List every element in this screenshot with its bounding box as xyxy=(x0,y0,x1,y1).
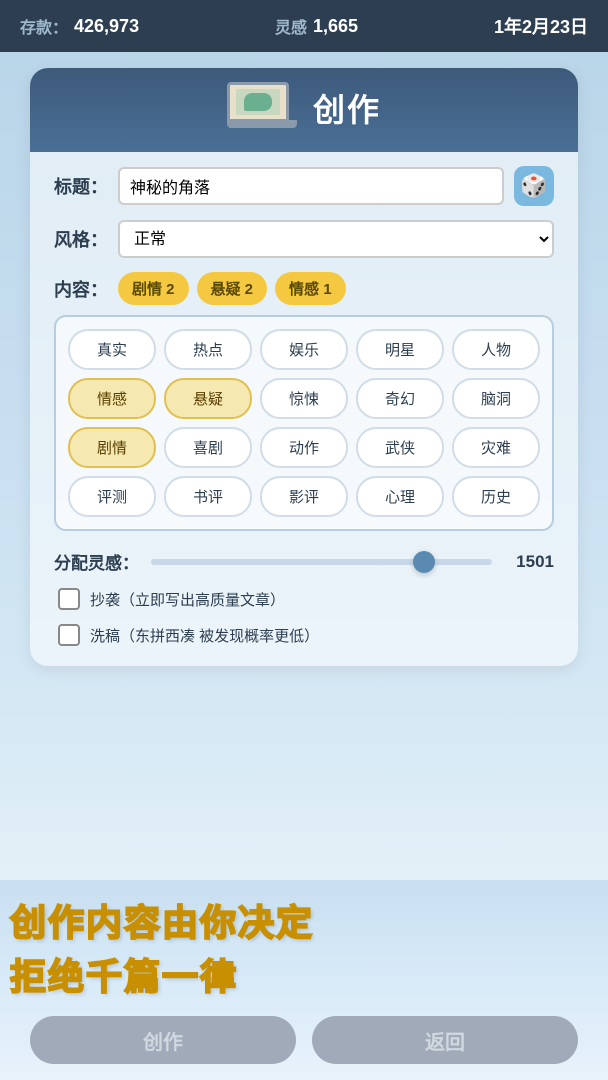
style-row: 风格： 正常轻松严肃幽默 xyxy=(54,220,554,258)
main-card: 创作 标题： 🎲 风格： 正常轻松严肃幽默 内容： 剧情 2悬疑 2情感 1 真… xyxy=(30,68,578,666)
tag-button[interactable]: 评测 xyxy=(68,476,156,517)
style-select[interactable]: 正常轻松严肃幽默 xyxy=(118,220,554,258)
savings-value: 426,973 xyxy=(74,16,139,37)
tag-button[interactable]: 真实 xyxy=(68,329,156,370)
selected-tag[interactable]: 情感 1 xyxy=(275,272,346,305)
back-button[interactable]: 返回 xyxy=(312,1016,578,1064)
selected-tag[interactable]: 剧情 2 xyxy=(118,272,189,305)
checkbox-1[interactable] xyxy=(58,624,80,646)
content-header: 内容： 剧情 2悬疑 2情感 1 xyxy=(54,272,554,305)
tag-button[interactable]: 情感 xyxy=(68,378,156,419)
tag-button[interactable]: 喜剧 xyxy=(164,427,252,468)
big-text-line1: 创作内容由你决定 xyxy=(10,894,598,946)
card-header: 创作 xyxy=(30,68,578,152)
slider-thumb[interactable] xyxy=(413,551,435,573)
savings-display: 存款： 426,973 xyxy=(20,14,139,38)
card-title: 创作 xyxy=(313,85,381,131)
slider-track[interactable] xyxy=(151,559,492,565)
top-bar: 存款： 426,973 灵感 1,665 1年2月23日 xyxy=(0,0,608,52)
tag-button[interactable]: 灾难 xyxy=(452,427,540,468)
tag-button[interactable]: 明星 xyxy=(356,329,444,370)
title-input[interactable] xyxy=(118,167,504,205)
selected-tag[interactable]: 悬疑 2 xyxy=(197,272,268,305)
checkbox-row-1: 洗稿（东拼西凑 被发现概率更低） xyxy=(58,624,550,646)
selected-tags: 剧情 2悬疑 2情感 1 xyxy=(118,272,346,305)
big-text-line2: 拒绝千篇一律 xyxy=(10,948,598,1000)
tag-button[interactable]: 惊悚 xyxy=(260,378,348,419)
tag-button[interactable]: 人物 xyxy=(452,329,540,370)
tag-button[interactable]: 奇幻 xyxy=(356,378,444,419)
date-display: 1年2月23日 xyxy=(494,13,588,39)
slider-label: 分配灵感： xyxy=(54,549,139,574)
checkbox-row-0: 抄袭（立即写出高质量文章） xyxy=(58,588,550,610)
date-value: 1年2月23日 xyxy=(494,13,588,39)
inspiration-display: 灵感 1,665 xyxy=(275,14,358,38)
slider-value: 1501 xyxy=(504,552,554,572)
tag-button[interactable]: 历史 xyxy=(452,476,540,517)
laptop-icon xyxy=(227,82,297,134)
dice-button[interactable]: 🎲 xyxy=(514,166,554,206)
checkbox-label-1: 洗稿（东拼西凑 被发现概率更低） xyxy=(90,625,319,646)
dice-icon: 🎲 xyxy=(520,173,547,199)
tag-button[interactable]: 武侠 xyxy=(356,427,444,468)
slider-row: 分配灵感： 1501 xyxy=(54,549,554,574)
tag-button[interactable]: 影评 xyxy=(260,476,348,517)
inspiration-label: 灵感 xyxy=(275,14,307,38)
inspiration-value: 1,665 xyxy=(313,16,358,37)
checkboxes: 抄袭（立即写出高质量文章） 洗稿（东拼西凑 被发现概率更低） xyxy=(30,588,578,646)
title-row: 标题： 🎲 xyxy=(54,166,554,206)
bottom-buttons: 创作 返回 xyxy=(0,1016,608,1064)
content-area: 内容： 剧情 2悬疑 2情感 1 xyxy=(54,272,554,305)
bottom-section: 创作内容由你决定 拒绝千篇一律 创作 返回 xyxy=(0,880,608,1080)
create-button[interactable]: 创作 xyxy=(30,1016,296,1064)
tag-grid: 真实热点娱乐明星人物情感悬疑惊悚奇幻脑洞剧情喜剧动作武侠灾难评测书评影评心理历史 xyxy=(68,329,540,517)
tag-button[interactable]: 悬疑 xyxy=(164,378,252,419)
tag-grid-container: 真实热点娱乐明星人物情感悬疑惊悚奇幻脑洞剧情喜剧动作武侠灾难评测书评影评心理历史 xyxy=(54,315,554,531)
tag-button[interactable]: 动作 xyxy=(260,427,348,468)
title-label: 标题： xyxy=(54,173,108,199)
tag-button[interactable]: 心理 xyxy=(356,476,444,517)
style-label: 风格： xyxy=(54,226,108,252)
tag-button[interactable]: 脑洞 xyxy=(452,378,540,419)
savings-label: 存款： xyxy=(20,14,68,38)
checkbox-label-0: 抄袭（立即写出高质量文章） xyxy=(90,589,285,610)
tag-button[interactable]: 剧情 xyxy=(68,427,156,468)
slider-fill xyxy=(151,559,424,565)
tag-button[interactable]: 书评 xyxy=(164,476,252,517)
content-label: 内容： xyxy=(54,276,108,302)
tag-button[interactable]: 热点 xyxy=(164,329,252,370)
checkbox-0[interactable] xyxy=(58,588,80,610)
big-text-overlay: 创作内容由你决定 拒绝千篇一律 xyxy=(10,894,598,1000)
tag-button[interactable]: 娱乐 xyxy=(260,329,348,370)
